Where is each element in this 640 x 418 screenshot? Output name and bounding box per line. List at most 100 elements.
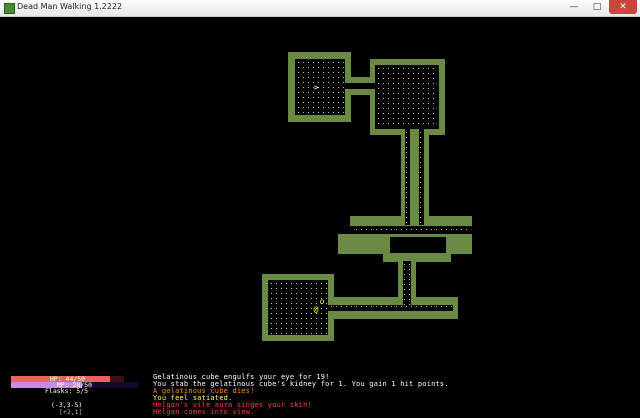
floor-tile bbox=[418, 83, 419, 84]
floor-tile bbox=[296, 298, 297, 299]
floor-tile bbox=[403, 88, 404, 89]
floor-tile bbox=[420, 142, 421, 143]
floor-tile bbox=[301, 283, 302, 284]
floor-tile bbox=[420, 177, 421, 178]
floor-tile bbox=[356, 306, 357, 307]
floor-tile bbox=[318, 72, 319, 73]
floor-tile bbox=[291, 308, 292, 309]
floor-tile bbox=[326, 298, 327, 299]
floor-tile bbox=[398, 78, 399, 79]
floor-tile bbox=[338, 62, 339, 63]
floor-tile bbox=[398, 88, 399, 89]
floor-tile bbox=[393, 103, 394, 104]
floor-tile bbox=[286, 308, 287, 309]
floor-tile bbox=[296, 318, 297, 319]
floor-tile bbox=[306, 328, 307, 329]
floor-tile bbox=[433, 68, 434, 69]
floor-tile bbox=[338, 92, 339, 93]
floor-tile bbox=[388, 113, 389, 114]
floor-tile bbox=[396, 306, 397, 307]
floor-tile bbox=[433, 123, 434, 124]
floor-tile bbox=[411, 306, 412, 307]
floor-tile bbox=[388, 68, 389, 69]
floor-tile bbox=[286, 303, 287, 304]
floor-tile bbox=[423, 113, 424, 114]
floor-tile bbox=[423, 88, 424, 89]
floor-tile bbox=[286, 318, 287, 319]
floor-tile bbox=[326, 313, 327, 314]
floor-tile bbox=[398, 118, 399, 119]
floor-tile bbox=[421, 306, 422, 307]
floor-tile bbox=[406, 147, 407, 148]
floor-tile bbox=[343, 102, 344, 103]
floor-tile bbox=[446, 306, 447, 307]
floor-tile bbox=[420, 192, 421, 193]
floor-tile bbox=[406, 177, 407, 178]
floor-tile bbox=[286, 313, 287, 314]
floor-tile bbox=[323, 72, 324, 73]
floor-tile bbox=[281, 323, 282, 324]
floor-tile bbox=[413, 123, 414, 124]
floor-tile bbox=[421, 229, 422, 230]
floor-tile bbox=[371, 229, 372, 230]
floor-tile bbox=[398, 113, 399, 114]
floor-tile bbox=[331, 306, 332, 307]
floor-tile bbox=[338, 112, 339, 113]
floor-tile bbox=[378, 113, 379, 114]
floor-tile bbox=[383, 73, 384, 74]
floor-tile bbox=[393, 118, 394, 119]
floor-tile bbox=[428, 108, 429, 109]
floor-tile bbox=[391, 229, 392, 230]
floor-tile bbox=[276, 323, 277, 324]
floor-tile bbox=[303, 97, 304, 98]
floor-tile bbox=[316, 293, 317, 294]
floor-tile bbox=[406, 192, 407, 193]
floor-tile bbox=[431, 229, 432, 230]
floor-tile bbox=[308, 107, 309, 108]
floor-tile bbox=[416, 229, 417, 230]
floor-tile bbox=[393, 83, 394, 84]
floor-tile bbox=[308, 67, 309, 68]
floor-tile bbox=[406, 182, 407, 183]
floor-tile bbox=[281, 288, 282, 289]
floor-tile bbox=[428, 73, 429, 74]
floor-tile bbox=[323, 92, 324, 93]
floor-tile bbox=[420, 207, 421, 208]
minimize-button[interactable]: — bbox=[563, 0, 585, 14]
floor-tile bbox=[423, 78, 424, 79]
floor-tile bbox=[406, 197, 407, 198]
floor-tile bbox=[326, 323, 327, 324]
floor-tile bbox=[291, 313, 292, 314]
dungeon-map[interactable]: > o@ bbox=[3, 17, 637, 415]
floor-tile bbox=[404, 294, 405, 295]
floor-tile bbox=[291, 283, 292, 284]
dungeon-floor bbox=[419, 129, 424, 225]
floor-tile bbox=[409, 264, 410, 265]
floor-tile bbox=[301, 293, 302, 294]
floor-tile bbox=[406, 172, 407, 173]
close-button[interactable]: ✕ bbox=[609, 0, 637, 14]
floor-tile bbox=[318, 107, 319, 108]
floor-tile bbox=[383, 118, 384, 119]
floor-tile bbox=[271, 293, 272, 294]
titlebar[interactable]: Dead Man Walking 1.2222 — □ ✕ bbox=[0, 0, 640, 17]
floor-tile bbox=[403, 103, 404, 104]
game-viewport[interactable]: > o @ HP: 44/50 MP: 28/50 Flasks: 5/5 (-3,… bbox=[3, 17, 637, 416]
floor-tile bbox=[408, 98, 409, 99]
floor-tile bbox=[441, 229, 442, 230]
floor-tile bbox=[388, 123, 389, 124]
floor-tile bbox=[308, 92, 309, 93]
floor-tile bbox=[306, 288, 307, 289]
floor-tile bbox=[316, 323, 317, 324]
maximize-button[interactable]: □ bbox=[586, 0, 608, 14]
floor-tile bbox=[388, 93, 389, 94]
floor-tile bbox=[420, 147, 421, 148]
floor-tile bbox=[404, 279, 405, 280]
floor-tile bbox=[423, 123, 424, 124]
floor-tile bbox=[286, 298, 287, 299]
floor-tile bbox=[311, 328, 312, 329]
floor-tile bbox=[318, 102, 319, 103]
floor-tile bbox=[418, 93, 419, 94]
floor-tile bbox=[398, 93, 399, 94]
floor-tile bbox=[333, 92, 334, 93]
